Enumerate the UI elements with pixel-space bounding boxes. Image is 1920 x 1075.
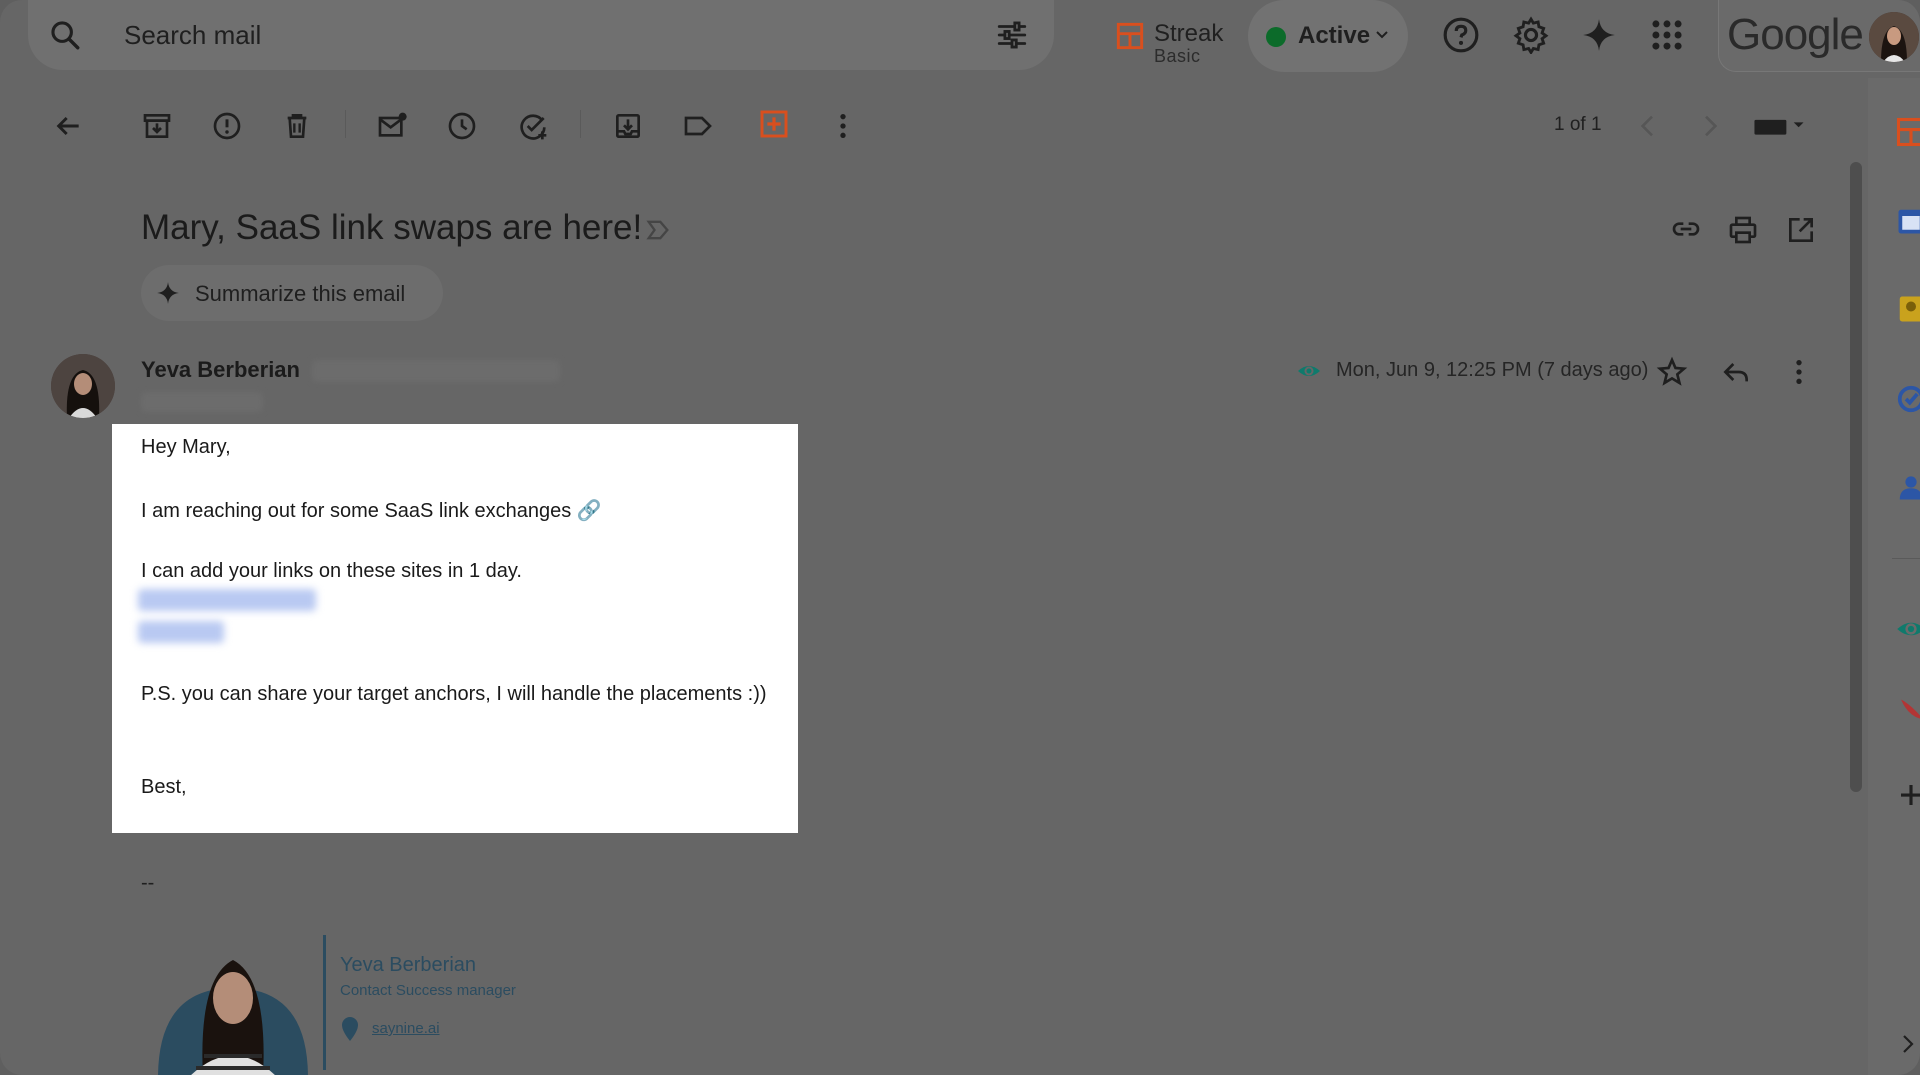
google-account-area[interactable]: Google [1718,0,1920,72]
body-line-ps: P.S. you can share your target anchors, … [141,683,767,705]
get-addons-plus-icon[interactable] [1896,780,1920,810]
streak-tier: Basic [1154,46,1201,66]
chevron-right-icon[interactable] [1694,110,1726,142]
scrollbar-thumb[interactable] [1850,162,1862,792]
redacted-site-link[interactable] [138,589,316,611]
streak-add-icon[interactable] [758,108,790,140]
body-line-intro: I am reaching out for some SaaS link exc… [141,500,602,522]
help-icon[interactable] [1442,16,1480,54]
reply-icon[interactable] [1720,356,1752,388]
summarize-email-button[interactable]: Summarize this email [141,265,443,321]
redacted-recipient [141,392,263,412]
signature-name: Yeva Berberian [340,954,477,976]
pagination-label: 1 of 1 [1554,114,1602,135]
email-body-highlight: Hey Mary, I am reaching out for some Saa… [112,424,798,833]
importance-marker-icon[interactable] [644,216,672,244]
email-date: Mon, Jun 9, 12:25 PM (7 days ago) [1336,359,1649,381]
keep-notes-icon[interactable] [1896,294,1920,324]
search-icon[interactable] [48,18,82,52]
back-arrow-icon[interactable] [52,110,84,142]
signature-role: Contact Success manager [340,982,516,999]
input-tools-keyboard-icon[interactable] [1752,110,1806,142]
contacts-icon[interactable] [1896,472,1920,502]
status-label: Active [1298,22,1371,49]
add-to-tasks-icon[interactable] [517,110,549,142]
signature-website-link[interactable]: saynine.ai [372,1020,440,1037]
body-closing: Best, [141,776,187,798]
delete-trash-icon[interactable] [281,110,313,142]
status-dropdown[interactable]: Active [1248,0,1408,72]
summarize-email-label: Summarize this email [195,281,406,306]
settings-gear-icon[interactable] [1512,16,1550,54]
toolbar-divider [580,110,581,138]
gemini-sparkle-icon[interactable] [1580,16,1618,54]
sender-name[interactable]: Yeva Berberian [141,357,300,383]
move-to-icon[interactable] [612,110,644,142]
label-tag-icon[interactable] [682,110,714,142]
streak-label: Streak [1154,20,1224,47]
chevron-left-icon[interactable] [1632,110,1664,142]
sender-avatar-image [51,354,115,418]
copy-link-icon[interactable] [1670,213,1702,245]
search-options-icon[interactable] [994,18,1030,52]
gmail-window: Search mail Streak Basic Active Google 1… [0,0,1920,1075]
redacted-site-link[interactable] [138,621,224,643]
chevron-down-icon [1376,31,1388,39]
tracker-eye-side-icon[interactable] [1896,614,1920,644]
signature-separator: -- [141,872,155,894]
website-pin-icon [342,1017,358,1041]
report-spam-icon[interactable] [211,110,243,142]
mark-unread-icon[interactable] [376,110,408,142]
account-avatar-image [1869,12,1919,62]
tasks-icon[interactable] [1896,384,1920,414]
print-icon[interactable] [1727,214,1759,246]
streak-logo-icon [1116,22,1144,50]
status-dot-icon [1266,27,1286,47]
sparkle-icon [157,282,179,304]
apps-grid-icon[interactable] [1648,16,1686,54]
tracking-eye-icon[interactable] [1296,359,1322,383]
calendar-icon[interactable] [1896,206,1920,236]
signature-photo [158,960,308,1075]
open-in-new-window-icon[interactable] [1785,214,1817,246]
star-icon[interactable] [1656,356,1688,388]
toolbar-divider [345,110,346,138]
body-greeting: Hey Mary, [141,436,231,458]
body-line-offer: I can add your links on these sites in 1… [141,560,522,582]
snooze-clock-icon[interactable] [446,110,478,142]
google-logo: Google [1727,10,1864,59]
hide-side-panel-chevron-icon[interactable] [1896,1032,1920,1056]
redacted-sender-email [312,360,560,382]
search-input[interactable]: Search mail [124,20,261,51]
search-bar[interactable]: Search mail [28,0,1054,70]
archive-icon[interactable] [141,110,173,142]
rail-divider [1892,558,1920,559]
signature-divider [323,935,326,1070]
streak-side-icon[interactable] [1896,117,1920,147]
email-subject: Mary, SaaS link swaps are here! [141,208,643,247]
addon-feather-icon[interactable] [1896,692,1920,722]
account-avatar[interactable] [1869,12,1919,62]
message-more-vert-icon[interactable] [1783,356,1815,388]
sender-avatar[interactable] [51,354,115,418]
more-vert-icon[interactable] [827,110,859,142]
